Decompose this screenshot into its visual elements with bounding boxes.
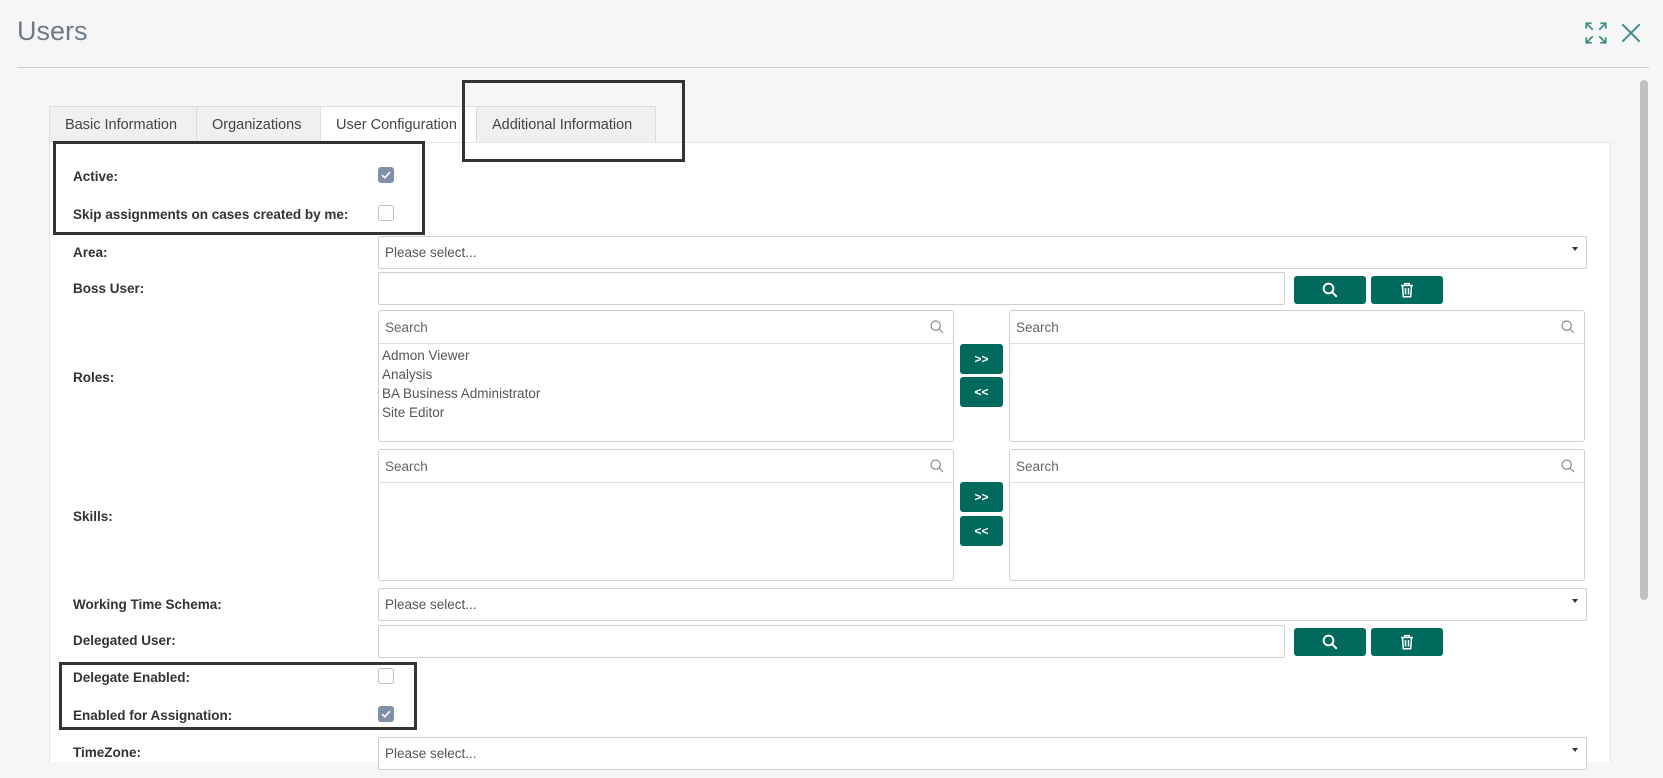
- list-item[interactable]: BA Business Administrator: [382, 384, 950, 403]
- boss-user-label: Boss User:: [73, 281, 145, 296]
- search-icon: [930, 320, 944, 334]
- tab-bar: Basic Information Organizations User Con…: [49, 106, 656, 144]
- list-item[interactable]: Site Editor: [382, 403, 950, 422]
- search-icon: [1561, 320, 1575, 334]
- trash-icon: [1401, 634, 1413, 650]
- working-time-schema-label: Working Time Schema:: [73, 597, 222, 612]
- skills-label: Skills:: [73, 509, 113, 524]
- search-icon: [930, 459, 944, 473]
- roles-add-button[interactable]: >>: [960, 344, 1003, 374]
- skills-remove-button[interactable]: <<: [960, 516, 1003, 546]
- skip-assignments-label: Skip assignments on cases created by me:: [73, 207, 349, 222]
- timezone-label: TimeZone:: [73, 745, 142, 760]
- active-label: Active:: [73, 169, 119, 184]
- skills-available-list: Search: [378, 449, 954, 581]
- delegated-user-clear-button[interactable]: [1371, 628, 1443, 656]
- search-placeholder: Search: [1016, 319, 1059, 335]
- skills-selected-search[interactable]: Search: [1010, 450, 1584, 483]
- caret-down-icon: [1572, 748, 1578, 752]
- skip-assignments-checkbox[interactable]: [378, 205, 394, 221]
- enabled-for-assignation-label: Enabled for Assignation:: [73, 708, 233, 723]
- check-icon: [381, 171, 391, 179]
- header-divider: [17, 67, 1649, 68]
- active-checkbox[interactable]: [378, 167, 394, 183]
- boss-user-input[interactable]: [378, 272, 1285, 305]
- search-placeholder: Search: [385, 458, 428, 474]
- area-label: Area:: [73, 245, 108, 260]
- delegated-user-label: Delegated User:: [73, 633, 176, 648]
- scrollbar-thumb[interactable]: [1640, 80, 1648, 600]
- working-time-schema-value: Please select...: [385, 597, 477, 612]
- roles-selected-search[interactable]: Search: [1010, 311, 1584, 344]
- boss-user-clear-button[interactable]: [1371, 276, 1443, 304]
- caret-down-icon: [1572, 599, 1578, 603]
- working-time-schema-select[interactable]: Please select...: [378, 588, 1587, 621]
- tab-basic-information[interactable]: Basic Information: [49, 106, 196, 143]
- delegate-enabled-checkbox[interactable]: [378, 668, 394, 684]
- magnifier-icon: [1322, 634, 1338, 650]
- delegated-user-input[interactable]: [378, 625, 1285, 658]
- timezone-select-value: Please select...: [385, 746, 477, 761]
- roles-remove-button[interactable]: <<: [960, 377, 1003, 407]
- area-select-value: Please select...: [385, 245, 477, 260]
- magnifier-icon: [1322, 282, 1338, 298]
- boss-user-search-button[interactable]: [1294, 276, 1366, 304]
- search-placeholder: Search: [1016, 458, 1059, 474]
- delegate-enabled-label: Delegate Enabled:: [73, 670, 191, 685]
- skills-add-button[interactable]: >>: [960, 482, 1003, 512]
- close-icon[interactable]: [1618, 20, 1644, 46]
- trash-icon: [1401, 282, 1413, 298]
- roles-selected-list: Search: [1009, 310, 1585, 442]
- roles-label: Roles:: [73, 370, 115, 385]
- area-select[interactable]: Please select...: [378, 236, 1587, 269]
- list-item[interactable]: Admon Viewer: [382, 346, 950, 365]
- search-placeholder: Search: [385, 319, 428, 335]
- list-item[interactable]: Analysis: [382, 365, 950, 384]
- timezone-select[interactable]: Please select...: [378, 737, 1587, 770]
- check-icon: [381, 710, 391, 718]
- tab-organizations[interactable]: Organizations: [196, 106, 320, 143]
- roles-available-list: Search Admon Viewer Analysis BA Business…: [378, 310, 954, 442]
- expand-icon[interactable]: [1583, 20, 1609, 46]
- enabled-for-assignation-checkbox[interactable]: [378, 706, 394, 722]
- delegated-user-search-button[interactable]: [1294, 628, 1366, 656]
- search-icon: [1561, 459, 1575, 473]
- roles-available-search[interactable]: Search: [379, 311, 953, 344]
- caret-down-icon: [1572, 247, 1578, 251]
- skills-selected-list: Search: [1009, 449, 1585, 581]
- page-title: Users: [17, 16, 88, 46]
- tab-user-configuration[interactable]: User Configuration: [320, 106, 476, 144]
- tab-additional-information[interactable]: Additional Information: [476, 106, 656, 143]
- skills-available-search[interactable]: Search: [379, 450, 953, 483]
